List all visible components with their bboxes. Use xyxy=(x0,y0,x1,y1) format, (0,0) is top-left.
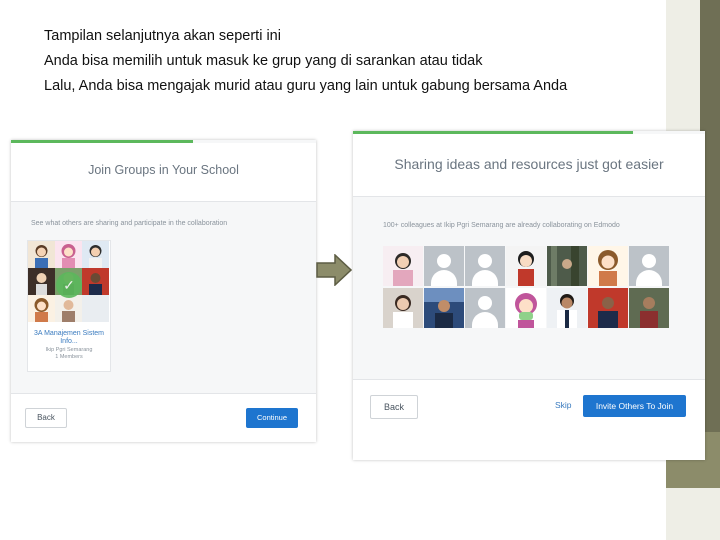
invite-panel: Sharing ideas and resources just got eas… xyxy=(353,131,705,460)
member-photo xyxy=(82,268,109,295)
panel-title: Sharing ideas and resources just got eas… xyxy=(394,156,664,172)
colleague-avatar xyxy=(588,288,628,328)
default-avatar-icon xyxy=(629,246,669,286)
colleague-avatar xyxy=(506,246,546,286)
intro-line: Lalu, Anda bisa mengajak murid atau guru… xyxy=(44,78,568,94)
colleague-avatar xyxy=(383,246,423,286)
join-groups-panel: Join Groups in Your School See what othe… xyxy=(11,140,316,442)
member-photo xyxy=(28,241,55,268)
panel-footer: Back Continue xyxy=(11,393,316,442)
slide-decoration-block-light xyxy=(666,488,720,540)
colleague-avatar xyxy=(424,288,464,328)
group-card[interactable]: ✓ 3A Manajemen Sistem Info... Ikip Pgri … xyxy=(27,240,111,372)
check-icon: ✓ xyxy=(56,272,82,298)
back-button[interactable]: Back xyxy=(370,395,418,419)
colleague-avatar xyxy=(547,288,587,328)
intro-line: Anda bisa memilih untuk masuk ke grup ya… xyxy=(44,53,483,69)
intro-text: Tampilan selanjutnya akan seperti ini An… xyxy=(44,24,567,99)
colleague-avatar xyxy=(383,288,423,328)
colleague-avatar xyxy=(588,246,628,286)
member-photo xyxy=(82,295,109,322)
panel-header: Join Groups in Your School xyxy=(11,143,316,202)
member-photo xyxy=(82,241,109,268)
member-photo xyxy=(55,295,82,322)
skip-link[interactable]: Skip xyxy=(555,400,572,410)
continue-button[interactable]: Continue xyxy=(246,408,298,428)
invite-others-button[interactable]: Invite Others To Join xyxy=(583,395,686,417)
colleague-avatar xyxy=(547,246,587,286)
default-avatar-icon xyxy=(465,288,505,328)
group-member-count: 1 Members xyxy=(55,353,83,360)
member-photo xyxy=(55,241,82,268)
panel-subtitle: 100+ colleagues at Ikip Pgri Semarang ar… xyxy=(383,222,620,229)
colleague-avatar xyxy=(629,288,669,328)
panel-subtitle: See what others are sharing and particip… xyxy=(31,220,228,227)
default-avatar-icon xyxy=(465,246,505,286)
intro-line: Tampilan selanjutnya akan seperti ini xyxy=(44,28,281,44)
colleague-avatar-grid xyxy=(383,246,673,329)
group-name: 3A Manajemen Sistem Info... xyxy=(33,330,105,345)
panel-header: Sharing ideas and resources just got eas… xyxy=(353,134,705,197)
group-school: Ikip Pgri Semarang 1 Members xyxy=(28,347,110,360)
default-avatar-icon xyxy=(424,246,464,286)
colleague-avatar xyxy=(506,288,546,328)
member-photo xyxy=(28,295,55,322)
member-photo xyxy=(28,268,55,295)
right-arrow-icon xyxy=(316,254,352,286)
panel-footer: Back Skip Invite Others To Join xyxy=(353,379,705,460)
back-button[interactable]: Back xyxy=(25,408,67,428)
panel-title: Join Groups in Your School xyxy=(88,163,239,177)
